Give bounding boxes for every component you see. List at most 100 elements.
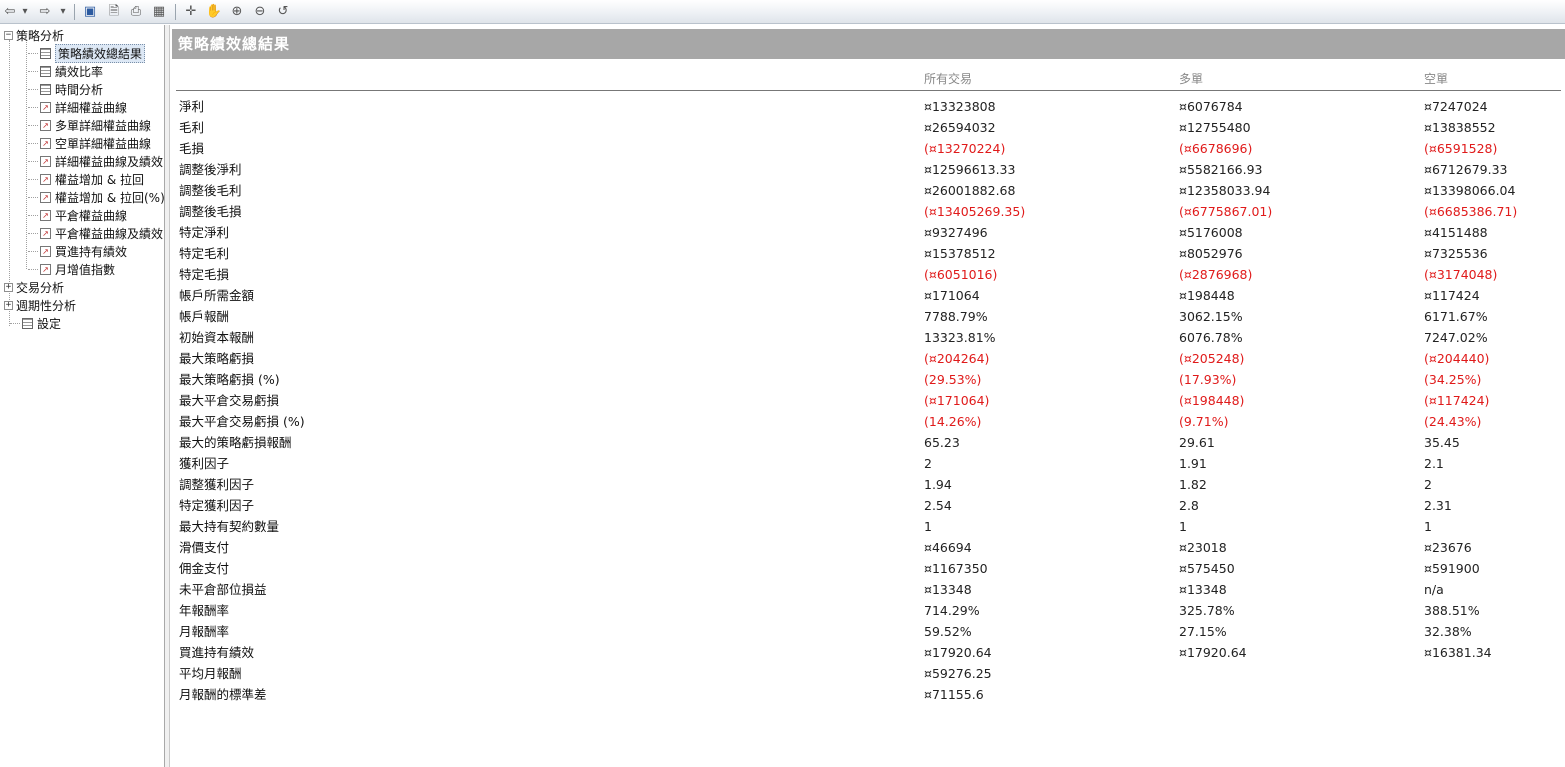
value-all-trades: ¤9327496 [924, 225, 988, 240]
tree-connector [28, 196, 38, 198]
tree-node-periodical-analysis[interactable]: + 週期性分析 [4, 296, 76, 314]
value-long: (9.71%) [1179, 414, 1229, 429]
zoom-out-icon[interactable]: ⊖ [252, 3, 268, 20]
tree-connector [28, 70, 38, 72]
value-short: 35.45 [1424, 435, 1460, 450]
tree-connector [28, 178, 38, 180]
row-label: 特定獲利因子 [179, 498, 255, 513]
table-row: 獲利因子 2 1.91 2.1 [172, 453, 1565, 474]
chart-icon: ↗ [40, 191, 51, 203]
chart-icon: ↗ [40, 119, 51, 131]
value-long: 1 [1179, 519, 1187, 534]
row-label: 調整後毛利 [179, 183, 242, 198]
tree-item-short-equity-curve[interactable]: ↗ 空單詳細權益曲線 [28, 134, 151, 152]
row-label: 特定毛損 [179, 267, 230, 282]
row-label: 最大持有契約數量 [179, 519, 280, 534]
value-long: (17.93%) [1179, 372, 1237, 387]
tree-item-label: 權益增加 & 拉回(%) [55, 190, 164, 205]
value-short: ¤16381.34 [1424, 645, 1492, 660]
value-short: 1 [1424, 519, 1432, 534]
pane-splitter[interactable] [164, 25, 170, 767]
forward-icon[interactable]: ⇨ [38, 3, 52, 20]
tree-item-label: 權益增加 & 拉回 [55, 172, 144, 187]
tree-item-equity-runup-drawdown[interactable]: ↗ 權益增加 & 拉回 [28, 170, 144, 188]
crosshair-icon[interactable]: ✛ [183, 3, 199, 20]
value-short: (¤6685386.71) [1424, 204, 1518, 219]
tree-item-label: 多單詳細權益曲線 [55, 118, 152, 133]
value-short: 2.1 [1424, 456, 1444, 471]
tree-node-trade-analysis[interactable]: + 交易分析 [4, 278, 64, 296]
expand-icon[interactable]: + [4, 282, 13, 292]
value-all-trades: (29.53%) [924, 372, 982, 387]
column-header-long: 多單 [1179, 72, 1204, 86]
value-short: (34.25%) [1424, 372, 1482, 387]
row-label: 調整獲利因子 [179, 477, 255, 492]
value-short: ¤13838552 [1424, 120, 1496, 135]
value-all-trades: ¤26001882.68 [924, 183, 1016, 198]
tree-item-label: 月增值指數 [55, 262, 116, 277]
collapse-icon[interactable]: − [4, 30, 13, 40]
tree-item-long-equity-curve[interactable]: ↗ 多單詳細權益曲線 [28, 116, 151, 134]
pan-hand-icon[interactable]: ✋ [206, 3, 222, 20]
value-short: (24.43%) [1424, 414, 1482, 429]
value-short: ¤117424 [1424, 288, 1480, 303]
table-row: 帳戶報酬 7788.79% 3062.15% 6171.67% [172, 306, 1565, 327]
table-view-icon[interactable]: ▦ [151, 3, 167, 20]
tree-connector [28, 160, 38, 162]
value-long: 1.91 [1179, 456, 1207, 471]
zoom-in-icon[interactable]: ⊕ [229, 3, 245, 20]
tree-connector [28, 214, 38, 216]
expand-icon[interactable]: + [4, 300, 13, 310]
chart-icon: ↗ [40, 173, 51, 185]
value-long: (¤2876968) [1179, 267, 1253, 282]
tree-item-equity-curve-performance[interactable]: ↗ 詳細權益曲線及績效 [28, 152, 163, 170]
row-label: 帳戶所需金額 [179, 288, 255, 303]
row-label: 調整後毛損 [179, 204, 242, 219]
toolbar: ⇦ ▾ ⇨ ▾ ▣ 🗎 ⎙ ▦ ✛ ✋ ⊕ ⊖ ↺ [0, 0, 1565, 24]
table-row: 滑價支付 ¤46694 ¤23018 ¤23676 [172, 537, 1565, 558]
value-long: ¤5582166.93 [1179, 162, 1263, 177]
value-all-trades: ¤171064 [924, 288, 980, 303]
tree-item-time-analysis[interactable]: 時間分析 [28, 80, 103, 98]
value-all-trades: ¤46694 [924, 540, 972, 555]
tree-item-closed-equity-performance[interactable]: ↗ 平倉權益曲線及績效 [28, 224, 163, 242]
value-short: ¤7325536 [1424, 246, 1488, 261]
tree-connector [28, 88, 38, 90]
row-label: 最大策略虧損 (%) [179, 372, 280, 387]
chart-icon: ↗ [40, 155, 51, 167]
value-all-trades: 7788.79% [924, 309, 988, 324]
tree-item-label: 時間分析 [55, 82, 104, 97]
chart-icon: ↗ [40, 101, 51, 113]
tree-item-strategy-summary[interactable]: 策略績效總結果 [28, 43, 146, 63]
tree-item-performance-ratio[interactable]: 績效比率 [28, 62, 103, 80]
tree-node-strategy-analysis[interactable]: − 策略分析 [4, 26, 64, 44]
sidebar-tree: − 策略分析 策略績效總結果 績效比率 時間分析 ↗ 詳細權益曲線 ↗ 多單詳細… [0, 25, 164, 767]
value-short: (¤204440) [1424, 351, 1490, 366]
print-preview-icon[interactable]: 🗎 [106, 3, 122, 20]
chart-icon: ↗ [40, 227, 51, 239]
table-row: 月報酬率 59.52% 27.15% 32.38% [172, 621, 1565, 642]
value-short: 7247.02% [1424, 330, 1488, 345]
row-label: 最大平倉交易虧損 [179, 393, 280, 408]
forward-dropdown-icon[interactable]: ▾ [58, 3, 68, 20]
tree-item-equity-runup-drawdown-pct[interactable]: ↗ 權益增加 & 拉回(%) [28, 188, 164, 206]
tree-item-equity-curve[interactable]: ↗ 詳細權益曲線 [28, 98, 127, 116]
tree-connector [26, 40, 27, 269]
back-icon[interactable]: ⇦ [3, 3, 17, 20]
tree-item-monthly-value-index[interactable]: ↗ 月增值指數 [28, 260, 115, 278]
tree-item-buy-hold-performance[interactable]: ↗ 買進持有績效 [28, 242, 127, 260]
print-icon[interactable]: ⎙ [128, 3, 144, 20]
value-all-trades: (¤171064) [924, 393, 990, 408]
value-all-trades: 2.54 [924, 498, 952, 513]
value-long: (¤198448) [1179, 393, 1245, 408]
table-row: 帳戶所需金額 ¤171064 ¤198448 ¤117424 [172, 285, 1565, 306]
back-dropdown-icon[interactable]: ▾ [20, 3, 30, 20]
row-label: 毛損 [179, 141, 205, 156]
value-short: ¤591900 [1424, 561, 1480, 576]
tree-node-settings[interactable]: 設定 [10, 314, 61, 332]
save-icon[interactable]: ▣ [82, 3, 98, 20]
value-long: 3062.15% [1179, 309, 1243, 324]
reset-zoom-icon[interactable]: ↺ [275, 3, 291, 20]
tree-item-closed-equity-curve[interactable]: ↗ 平倉權益曲線 [28, 206, 127, 224]
table-row: 特定淨利 ¤9327496 ¤5176008 ¤4151488 [172, 222, 1565, 243]
